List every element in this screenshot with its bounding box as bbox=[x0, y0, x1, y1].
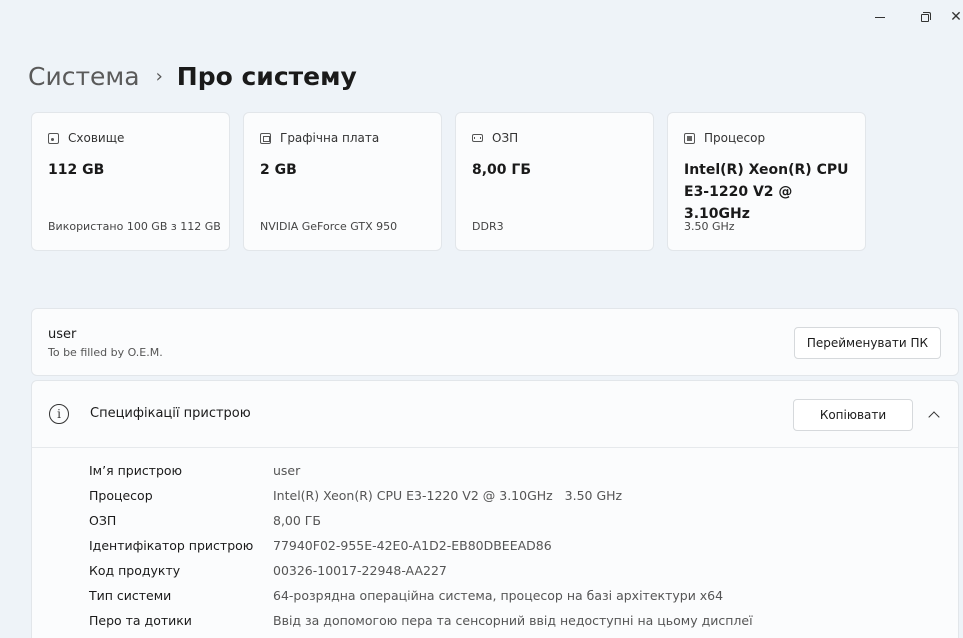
restore-button[interactable] bbox=[903, 0, 949, 34]
spec-label: Ім’я пристрою bbox=[89, 463, 183, 478]
spec-value: 77940F02-955E-42E0-A1D2-EB80DBEEAD86 bbox=[273, 538, 552, 553]
card-subtitle: NVIDIA GeForce GTX 950 bbox=[260, 220, 398, 233]
device-specifications-section: i Специфікації пристрою Копіювати Ім’я п… bbox=[31, 380, 959, 638]
device-model: To be filled by O.E.M. bbox=[48, 346, 163, 359]
spec-value: Intel(R) Xeon(R) CPU E3-1220 V2 @ 3.10GH… bbox=[273, 488, 623, 503]
page-title: Про систему bbox=[176, 61, 357, 91]
restore-icon bbox=[921, 12, 931, 22]
spec-row-system-type: Тип системи 64-розрядна операційна систе… bbox=[32, 583, 958, 608]
close-icon: ✕ bbox=[950, 9, 962, 25]
specs-title: Специфікації пристрою bbox=[90, 406, 251, 421]
card-title: ОЗП bbox=[492, 131, 519, 145]
info-icon: i bbox=[49, 404, 69, 424]
spec-label: Код продукту bbox=[89, 563, 181, 578]
spec-row-processor: Процесор Intel(R) Xeon(R) CPU E3-1220 V2… bbox=[32, 483, 958, 508]
chevron-right-icon: › bbox=[155, 65, 163, 87]
minimize-button[interactable] bbox=[857, 0, 903, 34]
spec-row-pen-touch: Перо та дотики Ввід за допомогою пера та… bbox=[32, 608, 958, 633]
spec-list: Ім’я пристрою user Процесор Intel(R) Xeo… bbox=[32, 448, 958, 633]
card-subtitle: DDR3 bbox=[472, 220, 504, 233]
spec-label: Тип системи bbox=[89, 588, 172, 603]
card-value: 2 GB bbox=[260, 162, 297, 178]
spec-label: Перо та дотики bbox=[89, 613, 192, 628]
breadcrumb: Система › Про систему bbox=[28, 58, 357, 94]
minimize-icon bbox=[875, 16, 885, 18]
specs-header[interactable]: i Специфікації пристрою Копіювати bbox=[32, 381, 958, 448]
storage-card[interactable]: Сховище 112 GB Використано 100 GB з 112 … bbox=[31, 112, 230, 251]
device-name-section: user To be filled by O.E.M. Перейменуват… bbox=[31, 308, 959, 376]
spec-value: Ввід за допомогою пера та сенсорний ввід… bbox=[273, 613, 753, 628]
spec-value: 64-розрядна операційна система, процесор… bbox=[273, 588, 724, 603]
storage-icon bbox=[48, 132, 59, 144]
memory-icon bbox=[472, 134, 483, 142]
card-value: Intel(R) Xeon(R) CPU E3-1220 V2 @ 3.10GH… bbox=[684, 162, 849, 222]
rename-pc-button[interactable]: Перейменувати ПК bbox=[793, 327, 941, 359]
graphics-card-icon bbox=[260, 132, 271, 144]
graphics-card[interactable]: Графічна плата 2 GB NVIDIA GeForce GTX 9… bbox=[243, 112, 442, 251]
spec-row-device-id: Ідентифікатор пристрою 77940F02-955E-42E… bbox=[32, 533, 958, 558]
window-controls: ✕ bbox=[857, 0, 963, 34]
spec-row-ram: ОЗП 8,00 ГБ bbox=[32, 508, 958, 533]
close-button[interactable]: ✕ bbox=[949, 0, 963, 34]
card-subtitle: 3.50 GHz bbox=[684, 220, 735, 233]
copy-button[interactable]: Копіювати bbox=[793, 399, 913, 431]
spec-label: ОЗП bbox=[89, 513, 117, 528]
spec-value: user bbox=[273, 463, 301, 478]
spec-row-product-id: Код продукту 00326-10017-22948-AA227 bbox=[32, 558, 958, 583]
memory-card[interactable]: ОЗП 8,00 ГБ DDR3 bbox=[455, 112, 654, 251]
spec-value: 00326-10017-22948-AA227 bbox=[273, 563, 447, 578]
card-title: Процесор bbox=[704, 131, 766, 145]
processor-card[interactable]: Процесор Intel(R) Xeon(R) CPU E3-1220 V2… bbox=[667, 112, 866, 251]
breadcrumb-parent[interactable]: Система bbox=[28, 62, 140, 91]
hardware-cards: Сховище 112 GB Використано 100 GB з 112 … bbox=[31, 112, 879, 251]
spec-row-device-name: Ім’я пристрою user bbox=[32, 458, 958, 483]
card-value: 112 GB bbox=[48, 162, 105, 178]
card-subtitle: Використано 100 GB з 112 GB bbox=[48, 220, 221, 233]
card-value: 8,00 ГБ bbox=[472, 162, 532, 178]
spec-value: 8,00 ГБ bbox=[273, 513, 322, 528]
device-name: user bbox=[48, 327, 77, 342]
card-title: Сховище bbox=[68, 131, 125, 145]
spec-label: Ідентифікатор пристрою bbox=[89, 538, 254, 553]
card-title: Графічна плата bbox=[280, 131, 380, 145]
chevron-up-icon[interactable] bbox=[926, 406, 942, 423]
spec-label: Процесор bbox=[89, 488, 153, 503]
processor-icon bbox=[684, 132, 695, 144]
